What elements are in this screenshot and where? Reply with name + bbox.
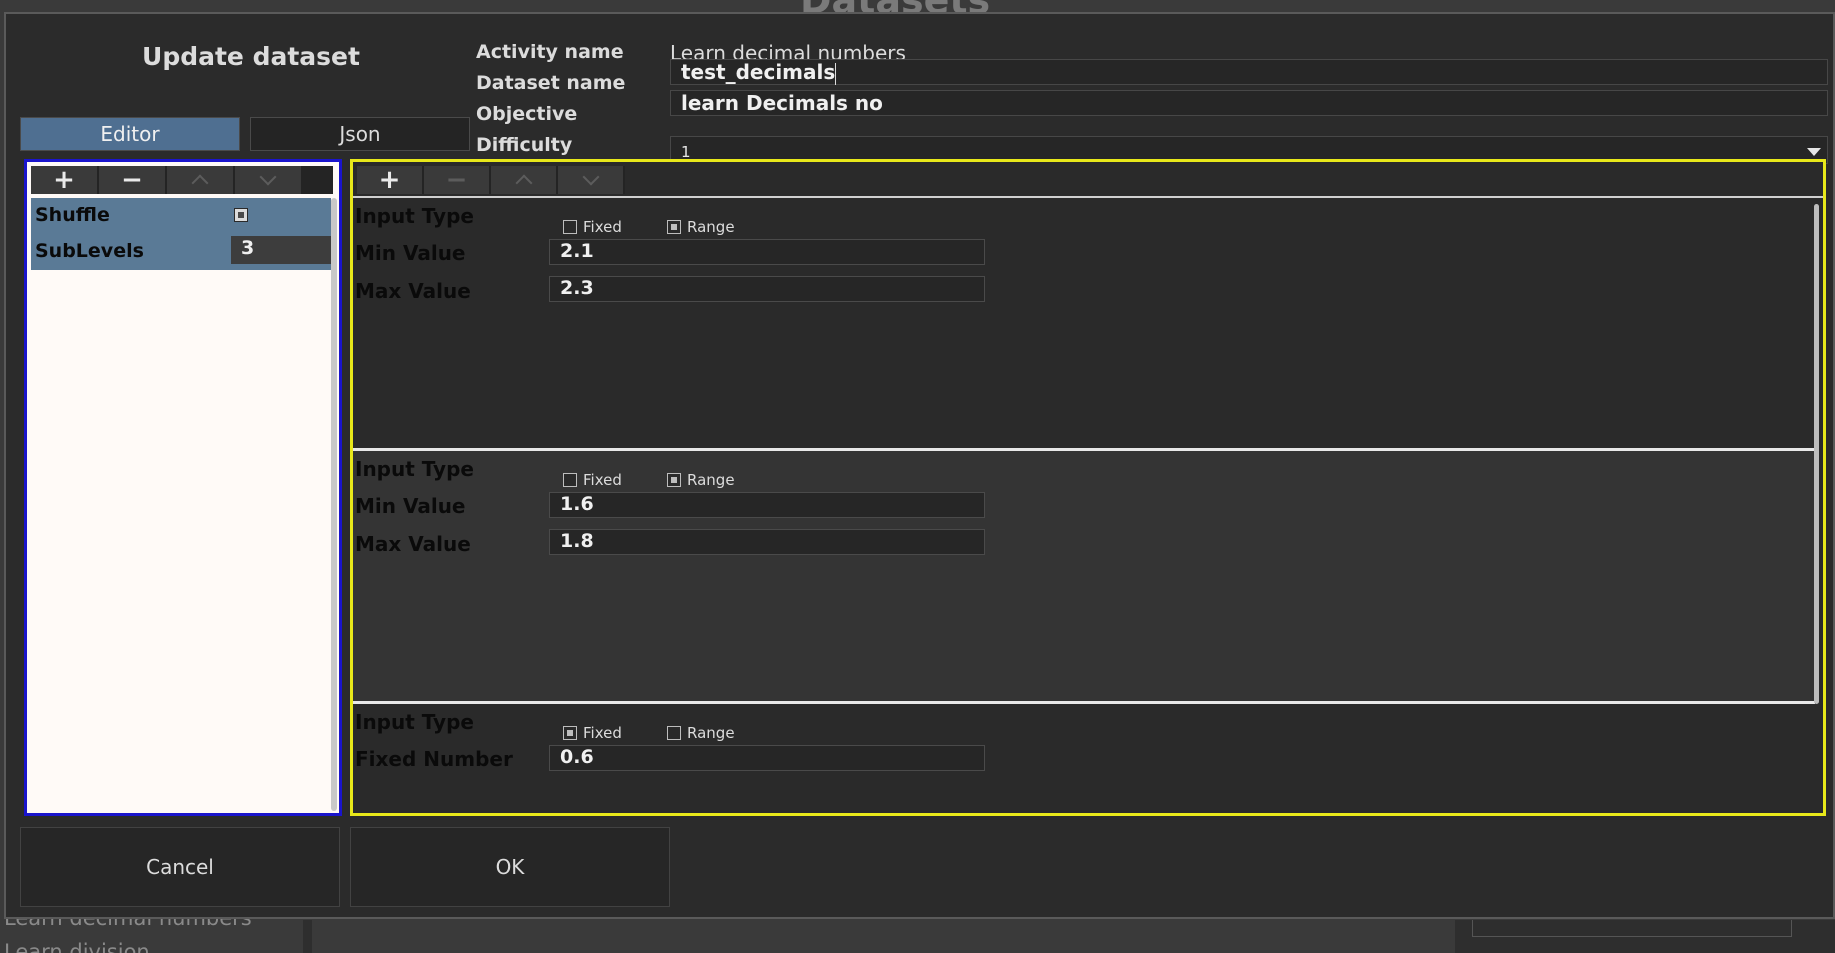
min-value-input[interactable]: 2.1: [549, 239, 985, 265]
list-item-shuffle[interactable]: Shuffle: [31, 198, 331, 234]
input-type-label: Input Type: [355, 204, 474, 228]
range-checkbox[interactable]: [667, 220, 681, 234]
fixed-number-label: Fixed Number: [355, 747, 513, 771]
list-item-sublevels[interactable]: SubLevels 3: [31, 234, 331, 270]
input-type-label: Input Type: [355, 710, 474, 734]
sublevels-label: SubLevels: [35, 240, 144, 262]
add-record-button[interactable]: +: [357, 165, 424, 195]
min-value-label: Min Value: [355, 241, 466, 265]
minus-icon: −: [121, 165, 143, 195]
max-value-input[interactable]: 2.3: [549, 276, 985, 302]
record-3[interactable]: Input Type Fixed Range Fixed Number 0.6: [353, 704, 1815, 812]
background-right-panel-field: [1472, 920, 1792, 937]
dataset-name-input[interactable]: test_decimals: [670, 59, 1828, 85]
settings-scrollbar[interactable]: [331, 198, 337, 811]
dataset-name-label: Dataset name: [476, 72, 626, 94]
shuffle-checkbox[interactable]: [234, 208, 248, 222]
range-checkbox[interactable]: [667, 726, 681, 740]
minus-icon: −: [445, 165, 468, 195]
range-label: Range: [687, 471, 735, 489]
remove-record-button[interactable]: −: [424, 165, 491, 195]
fixed-checkbox[interactable]: [563, 220, 577, 234]
background-divider: [303, 920, 312, 953]
chevron-up-icon: [515, 174, 532, 192]
chevron-up-icon: [191, 174, 209, 192]
fixed-checkbox[interactable]: [563, 473, 577, 487]
tab-editor[interactable]: Editor: [20, 117, 240, 151]
move-up-record-button[interactable]: [491, 166, 558, 194]
settings-list: Shuffle SubLevels 3: [31, 198, 331, 270]
records-scrollbar[interactable]: [1814, 204, 1819, 704]
range-label: Range: [687, 724, 735, 742]
fixed-label: Fixed: [583, 218, 622, 236]
objective-input[interactable]: learn Decimals no: [670, 90, 1828, 116]
activity-name-label: Activity name: [476, 41, 624, 63]
remove-setting-button[interactable]: −: [99, 165, 167, 195]
record-1[interactable]: Input Type Fixed Range Min Value 2.1 Max…: [353, 198, 1815, 448]
ok-button[interactable]: OK: [350, 827, 670, 907]
objective-label: Objective: [476, 103, 578, 125]
difficulty-label: Difficulty: [476, 134, 573, 156]
fixed-label: Fixed: [583, 471, 622, 489]
plus-icon: +: [378, 165, 401, 195]
fixed-number-input[interactable]: 0.6: [549, 745, 985, 771]
max-value-label: Max Value: [355, 279, 471, 303]
min-value-label: Min Value: [355, 494, 466, 518]
records-toolbar: + −: [357, 165, 625, 195]
max-value-label: Max Value: [355, 532, 471, 556]
fixed-checkbox[interactable]: [563, 726, 577, 740]
sublevels-input[interactable]: 3: [231, 236, 331, 264]
plus-icon: +: [53, 165, 75, 195]
input-type-label: Input Type: [355, 457, 474, 481]
tab-json[interactable]: Json: [250, 117, 470, 151]
min-value-input[interactable]: 1.6: [549, 492, 985, 518]
dataset-name-value: test_decimals: [681, 60, 836, 84]
move-down-setting-button[interactable]: [235, 166, 303, 194]
chevron-down-icon: [582, 168, 599, 186]
range-checkbox[interactable]: [667, 473, 681, 487]
background-activity-name-2: Learn division: [4, 940, 150, 953]
text-caret: [835, 62, 837, 85]
range-label: Range: [687, 218, 735, 236]
max-value-input[interactable]: 1.8: [549, 529, 985, 555]
move-up-setting-button[interactable]: [167, 166, 235, 194]
records-panel: + − Input Type Fixed Range Min Value 2.1…: [350, 159, 1826, 816]
chevron-down-icon: [259, 168, 277, 186]
dataset-settings-panel: + − Shuffle SubLevels 3: [24, 159, 342, 816]
add-setting-button[interactable]: +: [31, 165, 99, 195]
settings-toolbar: + −: [31, 165, 333, 195]
dialog-title: Update dataset: [142, 42, 360, 71]
record-2[interactable]: Input Type Fixed Range Min Value 1.6 Max…: [353, 451, 1815, 701]
move-down-record-button[interactable]: [558, 166, 625, 194]
cancel-button[interactable]: Cancel: [20, 827, 340, 907]
update-dataset-dialog: Update dataset Editor Json Activity name…: [4, 12, 1835, 919]
fixed-label: Fixed: [583, 724, 622, 742]
chevron-down-icon: [1807, 148, 1821, 156]
shuffle-label: Shuffle: [35, 204, 110, 226]
